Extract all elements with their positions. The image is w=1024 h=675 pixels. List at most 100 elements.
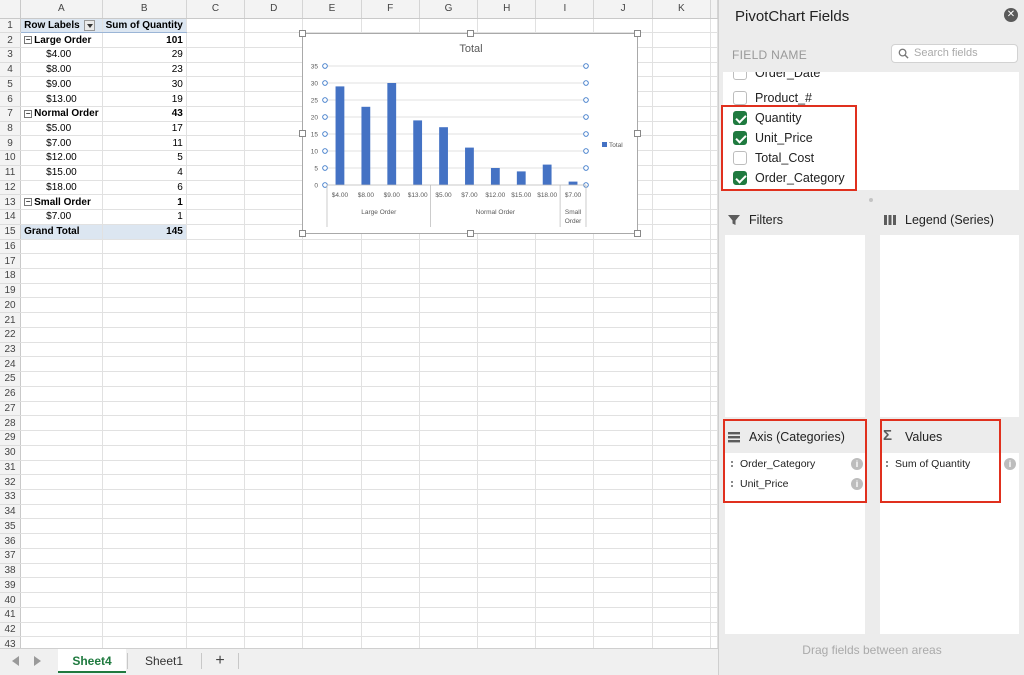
cell[interactable] (419, 622, 479, 638)
cell[interactable] (186, 312, 246, 328)
cell[interactable] (361, 489, 420, 505)
cell[interactable] (361, 504, 420, 520)
cell[interactable] (186, 445, 246, 461)
cell[interactable] (20, 342, 103, 358)
cell[interactable] (302, 253, 362, 269)
cell[interactable] (593, 636, 653, 648)
item-quantity-value[interactable]: 5 (102, 150, 187, 166)
cell[interactable] (593, 283, 653, 299)
filters-drop-area[interactable] (725, 235, 865, 417)
cell[interactable] (361, 563, 420, 579)
cell[interactable] (652, 474, 712, 490)
cell[interactable] (244, 165, 304, 181)
item-quantity-value[interactable]: 30 (102, 76, 187, 93)
cell[interactable] (652, 518, 712, 535)
cell[interactable] (102, 533, 187, 549)
cell[interactable] (186, 430, 246, 446)
cell[interactable] (477, 518, 537, 535)
cell[interactable] (710, 592, 718, 608)
cell[interactable] (361, 636, 420, 648)
row-header[interactable]: 13 (0, 194, 22, 211)
cell[interactable] (652, 18, 712, 34)
cell[interactable] (244, 312, 304, 328)
cell[interactable] (302, 371, 362, 387)
cell[interactable] (652, 224, 712, 240)
cell[interactable] (710, 47, 718, 63)
cell[interactable] (477, 386, 537, 402)
cell[interactable] (477, 636, 537, 648)
pivot-item-label[interactable]: $5.00 (20, 121, 103, 137)
cell[interactable] (593, 489, 653, 505)
cell[interactable] (652, 371, 712, 387)
cell[interactable] (535, 327, 595, 343)
cell[interactable] (652, 415, 712, 432)
column-header[interactable]: B (102, 0, 187, 19)
cell[interactable] (477, 239, 537, 255)
cell[interactable] (20, 415, 103, 432)
cell[interactable] (710, 327, 718, 343)
cell[interactable] (710, 386, 718, 402)
cell[interactable] (20, 518, 103, 535)
cell[interactable] (710, 415, 718, 432)
collapse-icon[interactable]: − (24, 109, 33, 118)
cell[interactable] (593, 342, 653, 358)
cell[interactable] (244, 194, 304, 211)
cell[interactable] (535, 548, 595, 564)
cell[interactable] (535, 401, 595, 417)
cell[interactable] (535, 489, 595, 505)
resize-handle-icon[interactable] (634, 230, 641, 237)
worksheet[interactable]: A B C D E F G H I J K 1 Row Labels Sum of Quantity 2− L… (0, 0, 718, 648)
row-header[interactable]: 33 (0, 489, 22, 505)
cell[interactable] (20, 504, 103, 520)
cell[interactable] (244, 239, 304, 255)
cell[interactable] (652, 47, 712, 63)
cell[interactable] (477, 489, 537, 505)
cell[interactable] (593, 430, 653, 446)
row-header[interactable]: 20 (0, 297, 22, 314)
cell[interactable] (186, 91, 246, 107)
cell[interactable] (302, 312, 362, 328)
cell[interactable] (710, 489, 718, 505)
cell[interactable] (186, 622, 246, 638)
pivot-group-label[interactable]: − Normal Order (20, 105, 103, 122)
cell[interactable] (361, 607, 420, 623)
row-header[interactable]: 36 (0, 533, 22, 549)
row-header[interactable]: 7 (0, 106, 22, 122)
prev-sheet-icon[interactable] (12, 656, 19, 666)
cell[interactable] (652, 445, 712, 461)
cell[interactable] (593, 445, 653, 461)
cell[interactable] (593, 474, 653, 490)
cell[interactable] (419, 415, 479, 432)
cell[interactable] (535, 283, 595, 299)
cell[interactable] (102, 636, 187, 648)
cell[interactable] (535, 622, 595, 638)
row-header[interactable]: 26 (0, 386, 22, 402)
cell[interactable] (477, 18, 537, 34)
cell[interactable] (186, 121, 246, 137)
row-header[interactable]: 23 (0, 342, 22, 358)
cell[interactable] (20, 327, 103, 343)
pivot-item-label[interactable]: $13.00 (20, 91, 103, 107)
cell[interactable] (20, 563, 103, 579)
cell[interactable] (652, 135, 712, 152)
cell[interactable] (302, 283, 362, 299)
cell[interactable] (102, 563, 187, 579)
cell[interactable] (244, 209, 304, 225)
column-header[interactable]: G (419, 0, 479, 19)
resize-handle-icon[interactable] (299, 130, 306, 137)
cell[interactable] (419, 460, 479, 476)
cell[interactable] (186, 474, 246, 490)
cell[interactable] (186, 533, 246, 549)
cell[interactable] (361, 253, 420, 269)
cell[interactable] (710, 135, 718, 152)
cell[interactable] (186, 460, 246, 476)
cell[interactable] (593, 622, 653, 638)
resize-handle-icon[interactable] (299, 30, 306, 37)
cell[interactable] (710, 607, 718, 623)
cell[interactable] (535, 342, 595, 358)
cell[interactable] (302, 342, 362, 358)
cell[interactable] (710, 239, 718, 255)
cell[interactable] (477, 401, 537, 417)
cell[interactable] (593, 268, 653, 284)
cell[interactable] (361, 312, 420, 328)
